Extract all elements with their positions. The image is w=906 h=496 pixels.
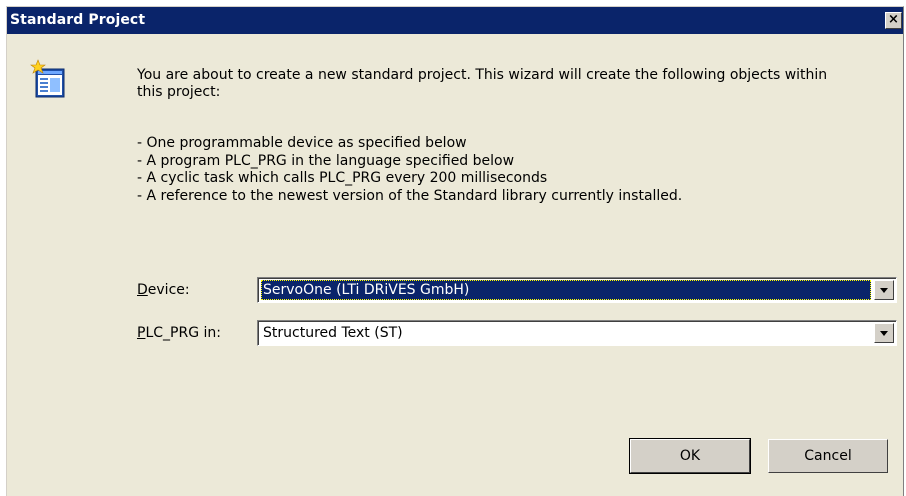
close-icon: ×	[888, 12, 899, 27]
plc-prg-dropdown-arrow[interactable]	[874, 323, 894, 343]
close-button[interactable]: ×	[885, 12, 902, 29]
device-dropdown-arrow[interactable]	[874, 280, 894, 300]
list-item: - A program PLC_PRG in the language spec…	[137, 152, 515, 169]
plc-prg-label-text: LC_PRG in:	[145, 325, 221, 341]
title-bar[interactable]: Standard Project ×	[7, 7, 903, 34]
list-item: - A reference to the newest version of t…	[137, 187, 683, 204]
cancel-button[interactable]: Cancel	[768, 439, 888, 473]
dialog-title: Standard Project	[10, 12, 146, 28]
intro-text: You are about to create a new standard p…	[137, 67, 828, 100]
device-label-accelerator: D	[137, 282, 148, 298]
standard-project-dialog: Standard Project × You are about to crea…	[6, 6, 904, 496]
list-item: - A cyclic task which calls PLC_PRG ever…	[137, 170, 548, 186]
device-dropdown[interactable]: ServoOne (LTi DRiVES GmbH)	[257, 277, 897, 303]
ok-button[interactable]: OK	[629, 438, 751, 474]
plc-prg-language-value[interactable]: Structured Text (ST)	[261, 323, 871, 343]
plc-prg-language-dropdown[interactable]: Structured Text (ST)	[257, 320, 897, 346]
list-item: - One programmable device as specified b…	[137, 135, 467, 151]
device-label: Device:	[137, 282, 190, 298]
device-value[interactable]: ServoOne (LTi DRiVES GmbH)	[261, 280, 871, 300]
objects-list: - One programmable device as specified b…	[137, 135, 857, 205]
device-label-text: evice:	[147, 282, 190, 298]
new-project-wizard-icon	[30, 59, 65, 98]
plc-prg-label: PLC_PRG in:	[137, 325, 221, 341]
